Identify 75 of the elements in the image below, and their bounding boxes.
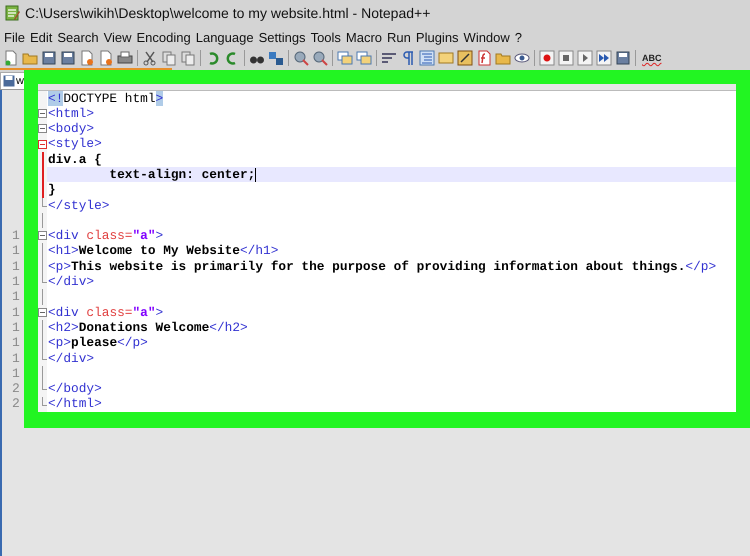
line-number: 1 xyxy=(12,258,20,274)
menu-item[interactable]: Tools xyxy=(310,30,341,44)
code-line: <html> xyxy=(48,106,94,122)
fold-minus-icon[interactable] xyxy=(38,108,47,118)
close-file-icon[interactable] xyxy=(79,50,95,66)
fold-minus-icon[interactable] xyxy=(38,308,47,317)
function-list-icon[interactable] xyxy=(476,50,492,66)
menu-item[interactable]: Macro xyxy=(346,30,382,44)
line-number: 1 xyxy=(12,320,20,335)
line-number: 1 xyxy=(12,274,20,290)
sync-horizontal-icon[interactable] xyxy=(356,50,372,66)
indent-guide-icon[interactable] xyxy=(419,50,435,66)
print-icon[interactable] xyxy=(117,50,133,66)
window-title: C:\Users\wikih\Desktop\welcome to my website.html - Notepad++ xyxy=(25,5,430,21)
menu-item[interactable]: Language xyxy=(196,30,254,44)
line-number: 2 xyxy=(12,396,20,412)
menu-item[interactable]: ? xyxy=(514,30,522,44)
zoom-in-icon[interactable] xyxy=(293,50,309,66)
menu-item[interactable]: File xyxy=(4,30,25,44)
line-number: 1 xyxy=(12,304,20,320)
notepad-icon xyxy=(4,5,20,21)
menu-item[interactable]: Edit xyxy=(30,30,52,44)
new-file-icon[interactable] xyxy=(3,50,19,66)
play-multiple-icon[interactable] xyxy=(596,50,612,66)
code-line: text-align: center; xyxy=(108,166,256,182)
paste-icon[interactable] xyxy=(180,50,196,66)
save-icon[interactable] xyxy=(41,50,57,66)
menu-item[interactable]: Window xyxy=(464,30,510,44)
tab-label: w xyxy=(16,75,24,87)
code-line: </body> xyxy=(48,381,102,396)
play-icon[interactable] xyxy=(577,50,593,66)
stop-icon[interactable] xyxy=(558,50,574,66)
save-macro-icon[interactable] xyxy=(615,50,631,66)
copy-icon[interactable] xyxy=(161,50,177,66)
line-number: 1 xyxy=(12,228,20,244)
code-line: <p>This website is primarily for the purpose of providing information about things.</p> xyxy=(48,258,716,274)
code-line: div.a { xyxy=(48,152,102,167)
line-number: 1 xyxy=(12,366,20,381)
file-tab[interactable]: w xyxy=(0,72,24,89)
text-caret xyxy=(255,168,256,182)
record-icon[interactable] xyxy=(539,50,555,66)
menu-item[interactable]: Encoding xyxy=(136,30,191,44)
code-line: <h2>Donations Welcome</h2> xyxy=(48,320,248,336)
code-line: <div class="a"> xyxy=(48,304,164,320)
scissors-icon[interactable] xyxy=(142,50,158,66)
line-number: 1 xyxy=(12,289,20,304)
code-line: } xyxy=(48,182,56,198)
menu-item[interactable]: Search xyxy=(57,30,99,44)
code-line: <style> xyxy=(48,136,102,152)
save-all-icon[interactable] xyxy=(60,50,76,66)
code-line: </html> xyxy=(48,396,102,412)
save-icon xyxy=(3,75,15,87)
fold-minus-icon[interactable] xyxy=(38,231,47,240)
sync-vertical-icon[interactable] xyxy=(337,50,353,66)
code-line: <body> xyxy=(48,121,94,136)
code-line: </style> xyxy=(48,198,110,213)
menu-item[interactable]: Plugins xyxy=(416,30,459,44)
fold-minus-icon[interactable] xyxy=(38,140,47,149)
code-line: </div> xyxy=(48,350,94,366)
code-line: <h1>Welcome to My Website</h1> xyxy=(48,243,278,259)
close-all-icon[interactable] xyxy=(98,50,114,66)
fold-minus-icon[interactable] xyxy=(38,124,47,134)
code-line: <div class="a"> xyxy=(48,228,164,244)
line-number: 1 xyxy=(12,243,20,258)
line-number: 1 xyxy=(12,350,20,366)
menu-item[interactable]: View xyxy=(104,30,132,44)
zoom-out-icon[interactable] xyxy=(312,50,328,66)
line-number: 1 xyxy=(12,335,20,350)
spell-check-button[interactable]: ABC xyxy=(640,53,664,63)
code-line: <p>please</p> xyxy=(48,335,148,351)
line-number: 2 xyxy=(12,381,20,396)
code-line: <!DOCTYPE html> xyxy=(48,90,164,106)
code-line: </div> xyxy=(48,274,94,290)
menu-item[interactable]: Run xyxy=(387,30,411,44)
menu-item[interactable]: Settings xyxy=(258,30,306,44)
